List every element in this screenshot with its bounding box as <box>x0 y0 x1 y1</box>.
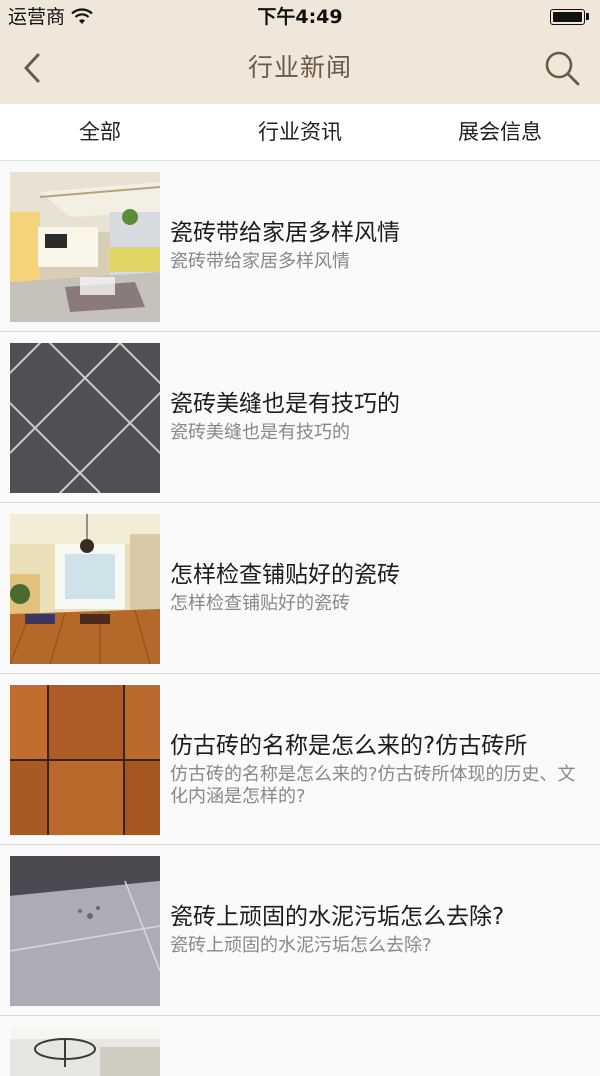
list-item[interactable]: 怎样检查铺贴好的瓷砖 怎样检查铺贴好的瓷砖 <box>0 503 600 674</box>
list-item[interactable]: 瓷砖带给家居多样风情 瓷砖带给家居多样风情 <box>0 161 600 332</box>
list-item[interactable]: 仿古砖的名称是怎么来的?仿古砖所 仿古砖的名称是怎么来的?仿古砖所体现的历史、文… <box>0 674 600 845</box>
article-title: 瓷砖美缝也是有技巧的 <box>170 391 400 417</box>
article-thumbnail <box>10 1027 160 1076</box>
list-item[interactable]: 瓷砖美缝也是有技巧的 瓷砖美缝也是有技巧的 <box>0 332 600 503</box>
article-thumbnail <box>10 172 160 322</box>
battery-icon <box>550 9 590 25</box>
search-icon <box>545 51 580 86</box>
status-bar: 运营商 下午4:49 <box>0 0 600 34</box>
article-list: 瓷砖带给家居多样风情 瓷砖带给家居多样风情 瓷砖美缝也是有技巧的 瓷砖美缝也是有… <box>0 161 600 1076</box>
category-tabs: 全部 行业资讯 展会信息 <box>0 104 600 161</box>
article-title: 瓷砖带给家居多样风情 <box>170 220 400 246</box>
article-summary: 怎样检查铺贴好的瓷砖 <box>170 593 350 614</box>
search-button[interactable] <box>542 48 582 88</box>
article-thumbnail <box>10 685 160 835</box>
list-item[interactable] <box>0 1016 600 1076</box>
article-thumbnail <box>10 514 160 664</box>
article-title: 瓷砖上顽固的水泥污垢怎么去除? <box>170 904 505 930</box>
article-thumbnail <box>10 856 160 1006</box>
article-summary: 仿古砖的名称是怎么来的?仿古砖所体现的历史、文化内涵是怎样的? <box>170 764 576 807</box>
article-title: 怎样检查铺贴好的瓷砖 <box>170 562 400 588</box>
status-time: 下午4:49 <box>257 6 343 28</box>
article-title: 仿古砖的名称是怎么来的?仿古砖所 <box>170 733 528 759</box>
list-item[interactable]: 瓷砖上顽固的水泥污垢怎么去除? 瓷砖上顽固的水泥污垢怎么去除? <box>0 845 600 1016</box>
article-summary: 瓷砖美缝也是有技巧的 <box>170 422 350 443</box>
tab-industry-news[interactable]: 行业资讯 <box>200 104 400 160</box>
tab-all[interactable]: 全部 <box>0 104 200 160</box>
article-thumbnail <box>10 343 160 493</box>
page-title: 行业新闻 <box>247 53 352 82</box>
article-summary: 瓷砖带给家居多样风情 <box>170 251 350 272</box>
nav-bar: 行业新闻 <box>0 34 600 104</box>
article-summary: 瓷砖上顽固的水泥污垢怎么去除? <box>170 935 432 956</box>
tab-exhibition-info[interactable]: 展会信息 <box>400 104 600 160</box>
